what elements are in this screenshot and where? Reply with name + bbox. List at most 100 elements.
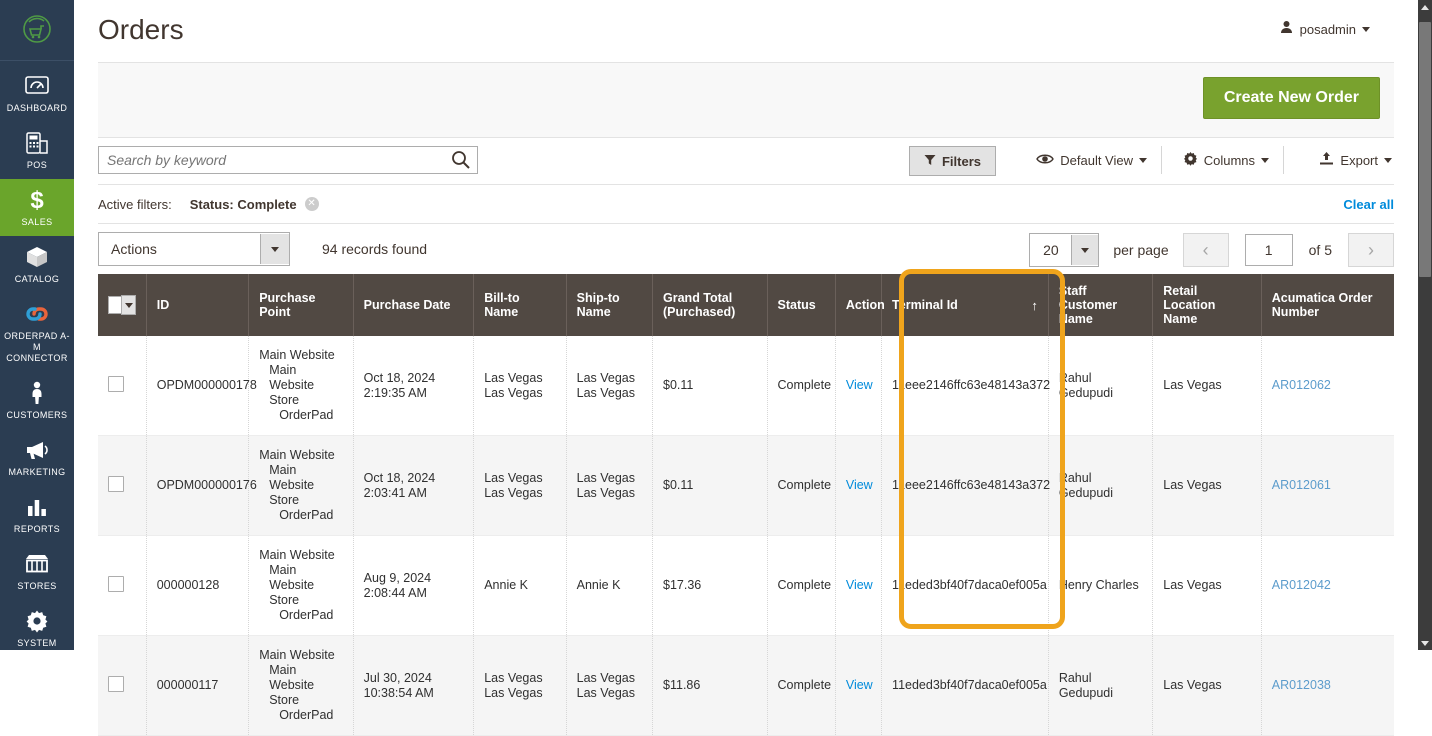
- table-row[interactable]: OPDM000000178 Main Website Main Website St…: [98, 336, 1394, 436]
- export-upload-icon: [1319, 151, 1334, 169]
- sidebar-item-sales[interactable]: $ SALES: [0, 179, 74, 236]
- column-header-staff-customer-name[interactable]: Staff Customer Name: [1048, 274, 1154, 336]
- cell-staff-customer-name: Rahul Gedupudi: [1048, 435, 1154, 536]
- column-header-terminal-id[interactable]: Terminal Id ↑: [881, 274, 1049, 336]
- cell-action[interactable]: View: [835, 435, 883, 536]
- row-checkbox[interactable]: [108, 475, 124, 492]
- cell-terminal-id: 11eded3bf40f7daca0ef005a: [881, 635, 1049, 736]
- scroll-up-button[interactable]: [1418, 0, 1432, 14]
- column-header-action[interactable]: Action: [835, 274, 885, 336]
- cell-action[interactable]: View: [835, 635, 883, 736]
- row-checkbox[interactable]: [108, 375, 124, 392]
- row-select-cell[interactable]: [98, 435, 147, 536]
- search-input[interactable]: [99, 147, 445, 173]
- search-icon[interactable]: [451, 150, 471, 173]
- row-select-cell[interactable]: [98, 336, 147, 436]
- create-new-order-button[interactable]: Create New Order: [1202, 77, 1380, 119]
- cell-acumatica-order-number[interactable]: AR012062: [1261, 336, 1394, 436]
- actions-dropdown[interactable]: Actions: [98, 232, 290, 266]
- row-checkbox[interactable]: [108, 575, 124, 592]
- sidebar-item-pos[interactable]: POS: [0, 122, 74, 179]
- column-header-bill-to-name[interactable]: Bill-to Name: [473, 274, 567, 336]
- cell-acumatica-order-number[interactable]: AR012042: [1261, 535, 1394, 636]
- column-header-ship-to-name[interactable]: Ship-to Name: [566, 274, 654, 336]
- cell-action[interactable]: View: [835, 336, 883, 436]
- view-link[interactable]: View: [846, 578, 873, 592]
- cell-bill-to-name: Las Vegas Las Vegas: [473, 435, 567, 536]
- cell-retail-location-name: Las Vegas: [1152, 635, 1262, 736]
- cell-purchase-date: Oct 18, 2024 2:19:35 AM: [353, 336, 475, 436]
- cell-ship-to-name: Las Vegas Las Vegas: [566, 635, 654, 736]
- row-checkbox[interactable]: [108, 675, 124, 692]
- actions-label: Actions: [111, 241, 157, 257]
- cell-acumatica-order-number[interactable]: AR012061: [1261, 435, 1394, 536]
- cell-status: Complete: [767, 336, 836, 436]
- view-link[interactable]: View: [846, 378, 873, 392]
- sidebar-item-customers[interactable]: CUSTOMERS: [0, 372, 74, 429]
- app-logo[interactable]: [0, 0, 74, 61]
- acumatica-order-link[interactable]: AR012061: [1272, 478, 1331, 492]
- select-all-header[interactable]: [98, 274, 147, 336]
- cell-retail-location-name: Las Vegas: [1152, 535, 1262, 636]
- column-header-id[interactable]: ID: [146, 274, 250, 336]
- link-chain-icon: [2, 301, 72, 327]
- sidebar-item-reports[interactable]: REPORTS: [0, 486, 74, 543]
- table-row[interactable]: 000000128 Main Website Main Website Store O…: [98, 535, 1394, 636]
- column-header-purchase-date[interactable]: Purchase Date: [353, 274, 475, 336]
- pos-terminal-icon: [2, 130, 72, 156]
- per-page-dropdown[interactable]: 20: [1029, 233, 1100, 267]
- default-view-dropdown[interactable]: Default View: [1036, 146, 1162, 174]
- chevron-down-icon[interactable]: [1071, 235, 1099, 265]
- search-box[interactable]: [98, 146, 478, 174]
- svg-text:$: $: [30, 187, 44, 213]
- sidebar-item-stores[interactable]: STORES: [0, 543, 74, 600]
- scrollbar-thumb[interactable]: [1419, 22, 1431, 277]
- clear-all-link[interactable]: Clear all: [1343, 197, 1394, 212]
- cell-action[interactable]: View: [835, 535, 883, 636]
- chevron-down-icon[interactable]: [260, 234, 289, 264]
- column-header-acumatica-order-number[interactable]: Acumatica Order Number: [1261, 274, 1394, 336]
- cell-status: Complete: [767, 435, 836, 536]
- filters-button[interactable]: Filters: [908, 146, 996, 176]
- sidebar-item-orderpad-am-connector[interactable]: ORDERPAD A-M CONNECTOR: [0, 293, 74, 372]
- column-header-grand-total[interactable]: Grand Total (Purchased): [652, 274, 768, 336]
- column-header-status[interactable]: Status: [767, 274, 836, 336]
- sidebar-item-catalog[interactable]: CATALOG: [0, 236, 74, 293]
- orderpad-logo-icon: [23, 15, 51, 43]
- cell-ship-to-name: Las Vegas Las Vegas: [566, 336, 654, 436]
- close-icon[interactable]: ✕: [304, 197, 319, 211]
- previous-page-button[interactable]: ‹: [1182, 233, 1229, 267]
- sidebar-item-system[interactable]: SYSTEM: [0, 600, 74, 650]
- acumatica-order-link[interactable]: AR012042: [1272, 578, 1331, 592]
- scroll-down-button[interactable]: [1418, 636, 1432, 650]
- filter-chip-status[interactable]: Status: Complete ✕: [190, 197, 319, 212]
- sidebar-item-dashboard[interactable]: DASHBOARD: [0, 65, 74, 122]
- pager-row: Actions 94 records found 20 per page ‹ o…: [98, 224, 1394, 274]
- page-content: Orders posadmin Create New Order Filters: [74, 0, 1418, 736]
- acumatica-order-link[interactable]: AR012038: [1272, 678, 1331, 692]
- row-select-cell[interactable]: [98, 535, 147, 636]
- orders-table: ID Purchase Point Purchase Date Bill-to …: [98, 274, 1394, 736]
- cell-acumatica-order-number[interactable]: AR012038: [1261, 635, 1394, 736]
- page-number-input[interactable]: [1244, 234, 1293, 266]
- table-header-row: ID Purchase Point Purchase Date Bill-to …: [98, 274, 1394, 336]
- view-link[interactable]: View: [846, 478, 873, 492]
- view-link[interactable]: View: [846, 678, 873, 692]
- column-header-retail-location-name[interactable]: Retail Location Name: [1152, 274, 1262, 336]
- sidebar-item-label: REPORTS: [13, 524, 61, 534]
- filter-chip-label: Status: Complete: [189, 196, 297, 212]
- export-dropdown[interactable]: Export: [1319, 146, 1392, 174]
- vertical-scrollbar[interactable]: [1418, 0, 1432, 650]
- acumatica-order-link[interactable]: AR012062: [1272, 378, 1331, 392]
- next-page-button[interactable]: ›: [1348, 233, 1394, 267]
- row-select-cell[interactable]: [98, 635, 147, 736]
- columns-dropdown[interactable]: Columns: [1183, 146, 1284, 174]
- user-menu[interactable]: posadmin: [1279, 20, 1370, 38]
- column-header-purchase-point[interactable]: Purchase Point: [248, 274, 354, 336]
- sidebar-item-marketing[interactable]: MARKETING: [0, 429, 74, 486]
- cell-retail-location-name: Las Vegas: [1152, 336, 1262, 436]
- chevron-down-icon[interactable]: [121, 295, 136, 315]
- table-row[interactable]: OPDM000000176 Main Website Main Website St…: [98, 435, 1394, 536]
- table-row[interactable]: 000000117 Main Website Main Website Store O…: [98, 635, 1394, 736]
- select-all-checkbox[interactable]: [108, 296, 122, 314]
